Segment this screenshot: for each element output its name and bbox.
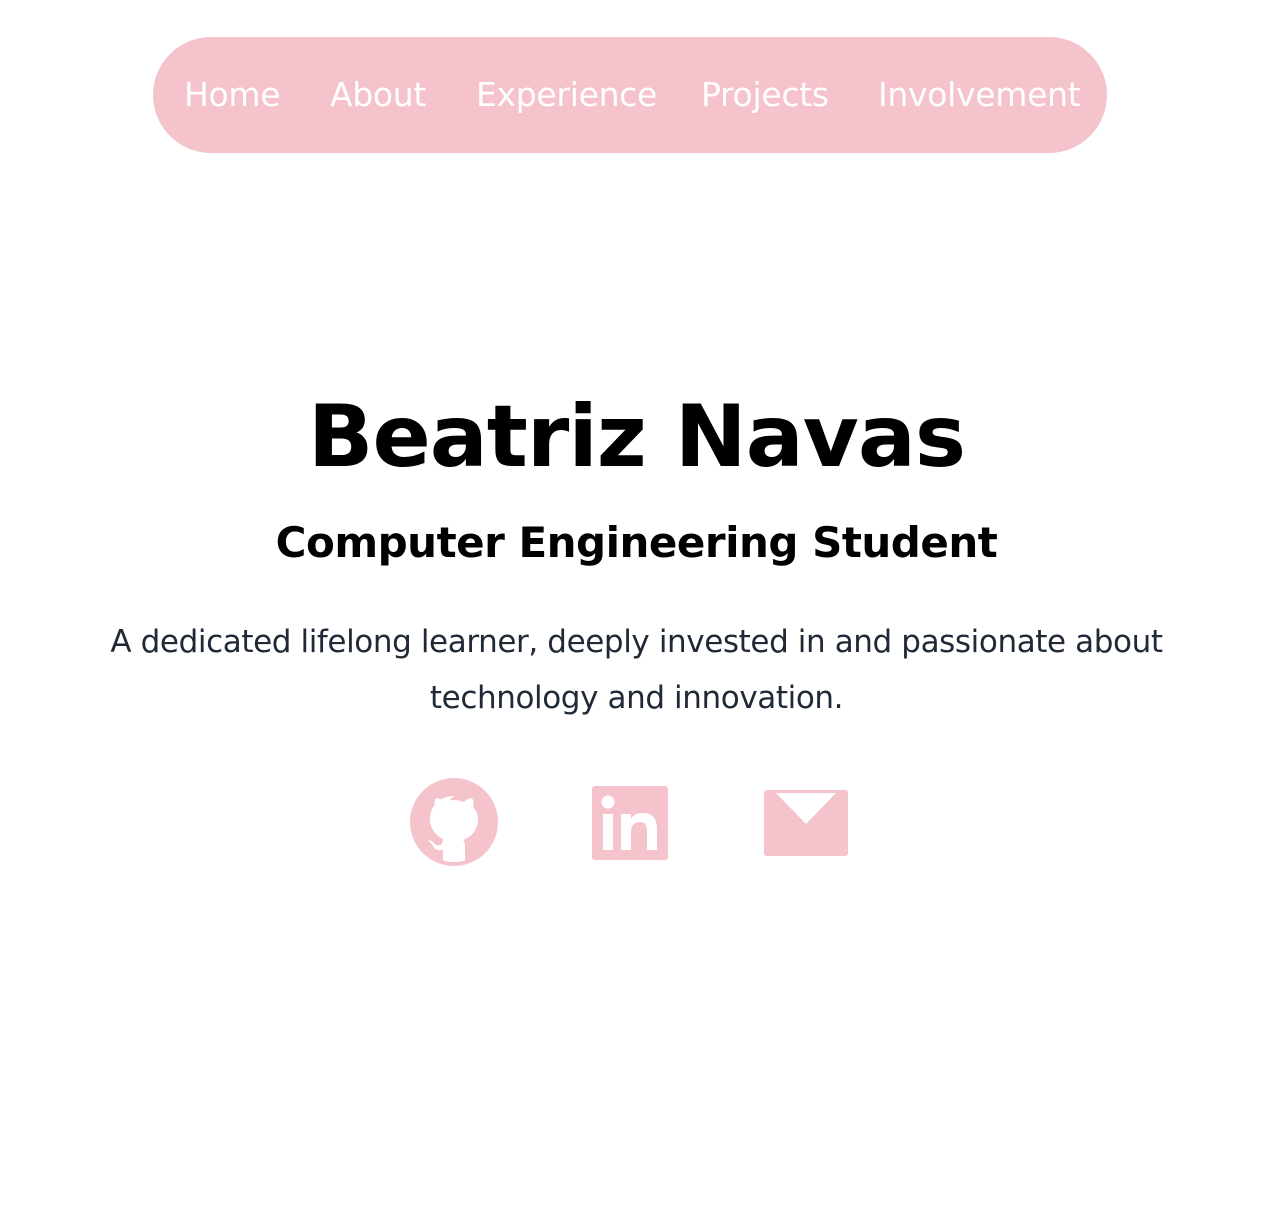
github-icon xyxy=(410,778,498,866)
linkedin-icon xyxy=(592,786,668,860)
email-icon xyxy=(764,790,848,856)
linkedin-link[interactable] xyxy=(590,778,670,868)
github-link[interactable] xyxy=(410,778,498,868)
nav-link-experience[interactable]: Experience xyxy=(476,37,657,153)
nav-link-about[interactable]: About xyxy=(330,37,426,153)
email-link[interactable] xyxy=(762,778,850,868)
nav-link-home[interactable]: Home xyxy=(184,37,281,153)
hero-bio: A dedicated lifelong learner, deeply inv… xyxy=(110,624,1163,716)
nav-link-projects[interactable]: Projects xyxy=(701,37,829,153)
hero-role: Computer Engineering Student xyxy=(275,518,998,567)
nav-link-involvement[interactable]: Involvement xyxy=(878,37,1081,153)
hero-name: Beatriz Navas xyxy=(307,387,966,487)
top-navigation: Home About Experience Projects Involveme… xyxy=(153,37,1107,153)
